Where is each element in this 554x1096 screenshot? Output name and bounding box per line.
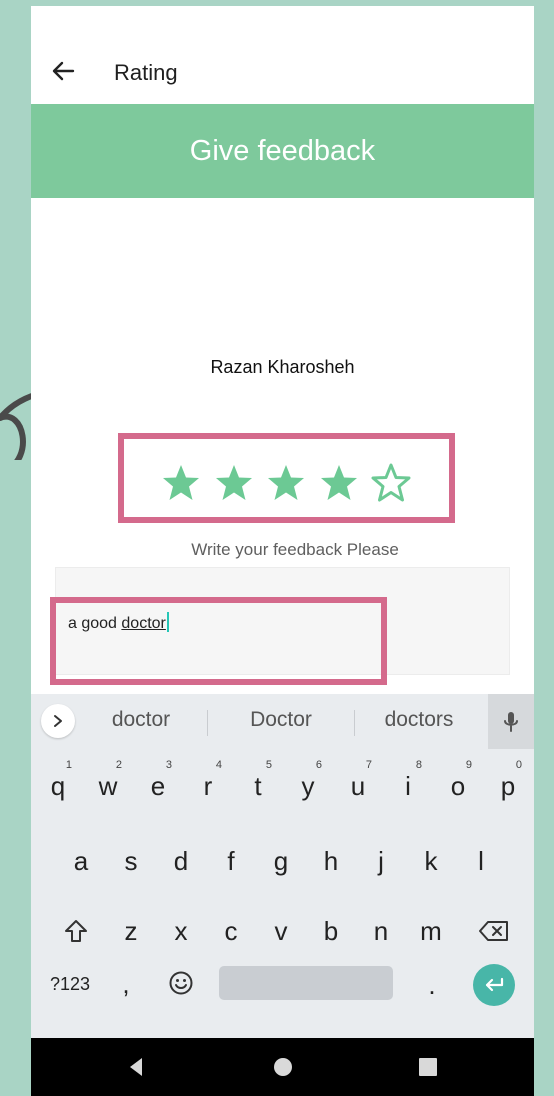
- key-hint: 6: [315, 759, 322, 771]
- key-label: k: [424, 846, 438, 876]
- key-a[interactable]: a: [58, 831, 104, 891]
- key-label: q: [50, 771, 66, 801]
- key-hint: 0: [515, 759, 522, 771]
- key-g[interactable]: g: [258, 831, 304, 891]
- key-o[interactable]: o9: [435, 756, 481, 816]
- key-label: a: [73, 846, 89, 876]
- key-u[interactable]: u7: [335, 756, 381, 816]
- key-label: t: [254, 771, 262, 801]
- feedback-highlight-box: [50, 597, 387, 685]
- key-hint: 4: [215, 759, 222, 771]
- key-z[interactable]: z: [108, 901, 154, 961]
- stars-highlight-box: [118, 433, 455, 523]
- key-j[interactable]: j: [358, 831, 404, 891]
- system-nav-bar: [31, 1038, 534, 1096]
- key-x[interactable]: x: [158, 901, 204, 961]
- key-label: d: [173, 846, 189, 876]
- key-s[interactable]: s: [108, 831, 154, 891]
- key-label: l: [478, 846, 484, 876]
- key-label: x: [174, 916, 188, 946]
- key-label: m: [420, 916, 442, 946]
- key-hint: 2: [115, 759, 122, 771]
- key-label: v: [274, 916, 288, 946]
- key-t[interactable]: t5: [235, 756, 281, 816]
- key-hint: 8: [415, 759, 422, 771]
- app-bar: Rating: [31, 6, 534, 104]
- key-n[interactable]: n: [358, 901, 404, 961]
- comma-key[interactable]: ,: [109, 969, 143, 999]
- key-m[interactable]: m: [408, 901, 454, 961]
- key-hint: 5: [265, 759, 272, 771]
- shift-icon: [65, 920, 87, 942]
- key-c[interactable]: c: [208, 901, 254, 961]
- key-y[interactable]: y6: [285, 756, 331, 816]
- key-label: r: [203, 771, 213, 801]
- key-label: s: [124, 846, 138, 876]
- enter-key[interactable]: [473, 964, 515, 1006]
- key-label: u: [350, 771, 366, 801]
- key-label: j: [378, 846, 384, 876]
- key-hint: 3: [165, 759, 172, 771]
- key-h[interactable]: h: [308, 831, 354, 891]
- key-label: f: [227, 846, 235, 876]
- key-label: e: [150, 771, 166, 801]
- suggestion-divider: [207, 710, 208, 736]
- key-d[interactable]: d: [158, 831, 204, 891]
- key-hint: 9: [465, 759, 472, 771]
- suggestion-2[interactable]: Doctor: [216, 708, 346, 732]
- expand-suggestions-button[interactable]: [41, 704, 75, 738]
- doctor-name: Razan Kharosheh: [210, 357, 355, 377]
- phone-screen: Rating Give feedback Razan Kharosheh Wri…: [31, 6, 534, 1096]
- key-label: y: [301, 771, 315, 801]
- page-title: Rating: [114, 60, 178, 85]
- key-label: z: [124, 916, 138, 946]
- emoji-icon: [169, 971, 193, 995]
- key-l[interactable]: l: [458, 831, 504, 891]
- key-i[interactable]: i8: [385, 756, 431, 816]
- key-f[interactable]: f: [208, 831, 254, 891]
- chevron-right-icon: [54, 715, 62, 727]
- key-label: g: [273, 846, 289, 876]
- enter-icon: [485, 977, 504, 992]
- key-hint: 7: [365, 759, 372, 771]
- key-label: h: [323, 846, 339, 876]
- key-label: p: [500, 771, 516, 801]
- key-v[interactable]: v: [258, 901, 304, 961]
- key-w[interactable]: w2: [85, 756, 131, 816]
- key-label: o: [450, 771, 466, 801]
- period-key[interactable]: .: [415, 968, 449, 1002]
- key-label: b: [323, 916, 339, 946]
- key-q[interactable]: q1: [35, 756, 81, 816]
- voice-input-button[interactable]: [488, 694, 534, 749]
- key-label: i: [405, 771, 411, 801]
- key-e[interactable]: e3: [135, 756, 181, 816]
- backspace-icon: [479, 921, 508, 941]
- nav-home-icon[interactable]: [272, 1056, 294, 1078]
- mic-icon: [504, 711, 518, 732]
- suggestion-strip: doctor Doctor doctors: [31, 694, 534, 749]
- arrow-left-icon: [52, 61, 75, 81]
- key-r[interactable]: r4: [185, 756, 231, 816]
- back-button[interactable]: [49, 58, 77, 84]
- nav-recents-icon[interactable]: [417, 1056, 439, 1078]
- nav-back-icon[interactable]: [125, 1056, 147, 1078]
- give-feedback-banner: Give feedback: [31, 104, 534, 198]
- key-label: n: [373, 916, 389, 946]
- suggestion-3[interactable]: doctors: [354, 708, 484, 732]
- suggestion-1[interactable]: doctor: [76, 708, 206, 732]
- key-hint: 1: [65, 759, 72, 771]
- emoji-key[interactable]: [161, 966, 201, 1000]
- backspace-key[interactable]: [471, 901, 517, 961]
- key-label: c: [224, 916, 238, 946]
- key-label: w: [98, 771, 118, 801]
- symbols-key[interactable]: ?123: [37, 974, 103, 994]
- space-key[interactable]: [219, 966, 393, 1000]
- feedback-prompt: Write your feedback Please: [191, 540, 399, 559]
- soft-keyboard: doctor Doctor doctors q1w2e3r4t5y6u7i8o9…: [31, 694, 534, 1044]
- key-k[interactable]: k: [408, 831, 454, 891]
- key-p[interactable]: p0: [485, 756, 531, 816]
- shift-key[interactable]: [53, 901, 99, 961]
- key-b[interactable]: b: [308, 901, 354, 961]
